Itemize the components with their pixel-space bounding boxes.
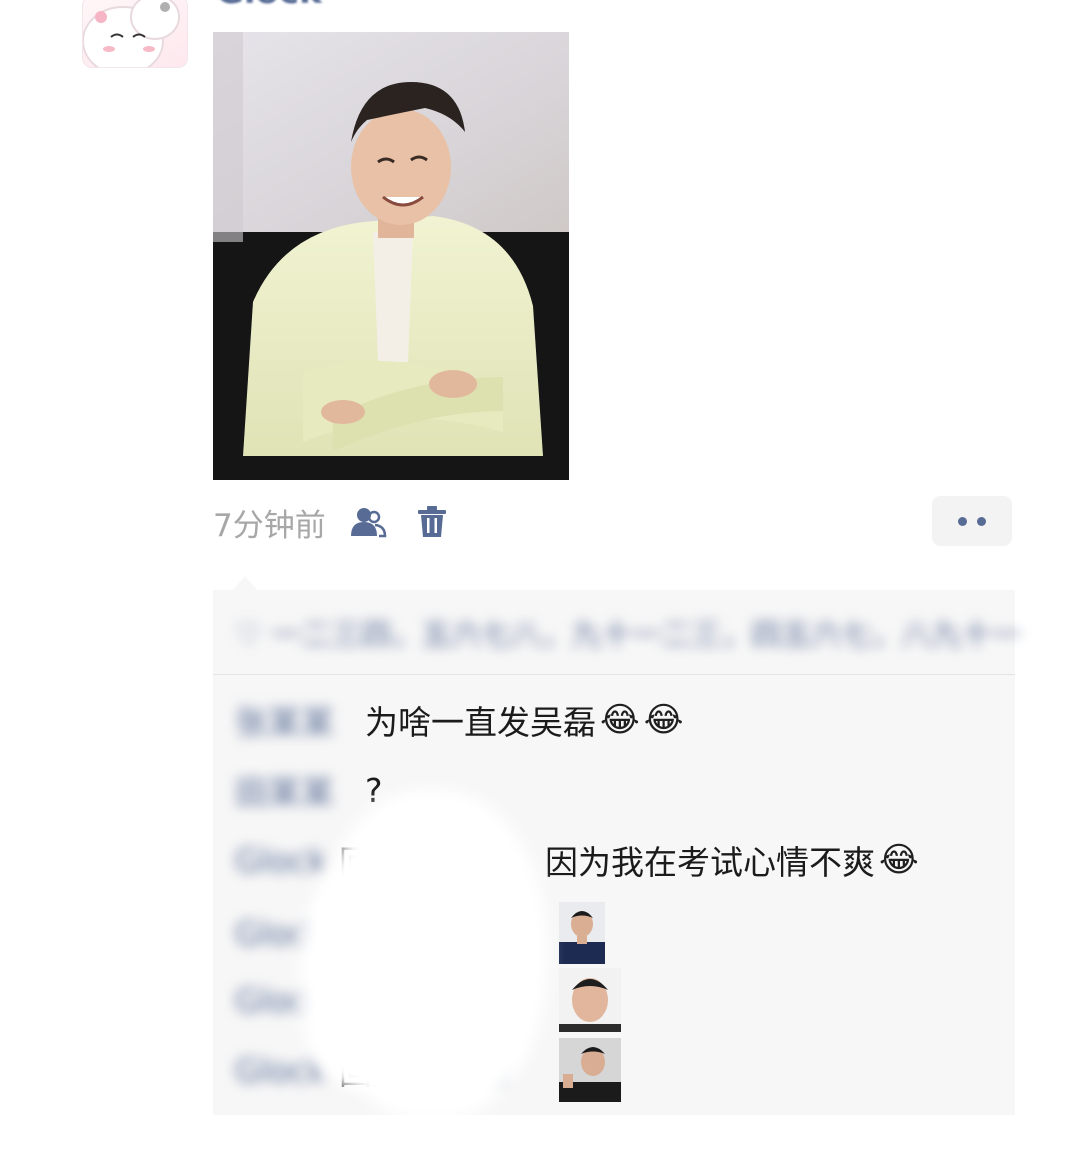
comment-author-blurred[interactable]: Glock: [235, 841, 339, 880]
comment-author-blurred[interactable]: 田某某: [235, 766, 365, 814]
dot: [958, 516, 967, 526]
sticker-image[interactable]: [559, 1038, 621, 1102]
privacy-smudge: [301, 868, 431, 1088]
author-name[interactable]: Glock: [216, 0, 322, 12]
post-timestamp: 7分钟前: [213, 507, 326, 544]
sticker-image[interactable]: [559, 968, 621, 1032]
group-visibility-icon[interactable]: [348, 502, 388, 542]
post-meta-row: 7分钟前: [213, 500, 452, 544]
comments-panel: ♡ 一二三四，五六七八，九十一二三，四五六七，八九十一 张某某 为啥一直发吴磊 …: [213, 576, 1021, 1120]
comment-text: 为啥一直发吴磊: [365, 703, 596, 742]
author-avatar[interactable]: [82, 0, 188, 68]
more-dots-icon[interactable]: [932, 496, 1012, 546]
tears-of-joy-emoji: 😂: [879, 840, 919, 880]
comment-item[interactable]: 田某某 ?: [235, 760, 383, 820]
trash-icon[interactable]: [412, 502, 452, 542]
post-photo[interactable]: [213, 32, 569, 480]
likes-names-blurred: ♡ 一二三四，五六七八，九十一二三，四五六七，八九十一: [235, 618, 1022, 653]
comment-author-blurred[interactable]: 张某某: [235, 696, 365, 744]
tears-of-joy-emoji: 😂: [600, 700, 640, 740]
likes-row: ♡ 一二三四，五六七八，九十一二三，四五六七，八九十一: [213, 590, 1021, 675]
dot: [977, 516, 986, 526]
tears-of-joy-emoji: 😂: [643, 700, 684, 740]
comment-text: 因为我在考试心情不爽: [545, 843, 875, 882]
comment-item[interactable]: 张某某 为啥一直发吴磊 😂 😂: [235, 690, 683, 750]
sticker-image[interactable]: [559, 902, 605, 964]
